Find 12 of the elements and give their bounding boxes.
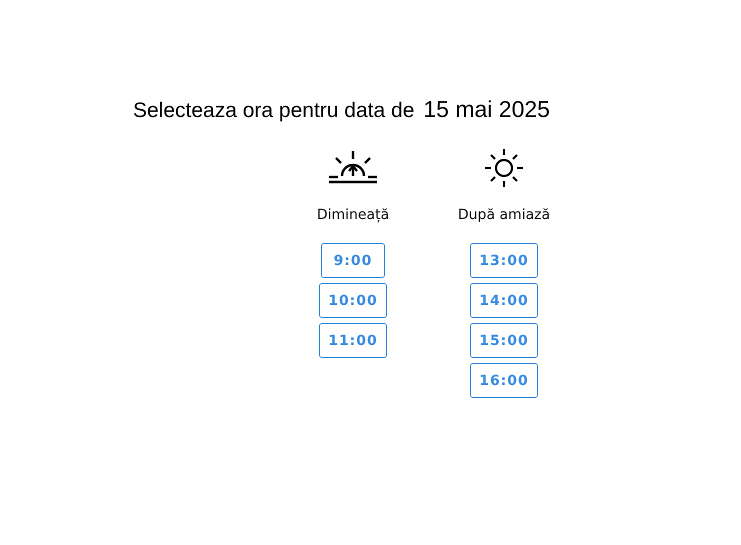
time-slot-button[interactable]: 14:00 (470, 283, 538, 318)
time-slot-button[interactable]: 15:00 (470, 323, 538, 358)
period-label: Dimineață (316, 207, 390, 223)
time-slot-button[interactable]: 11:00 (319, 323, 387, 358)
sun-icon (483, 147, 525, 189)
time-slot-button[interactable]: 10:00 (319, 283, 387, 318)
time-slot-button[interactable]: 16:00 (470, 363, 538, 398)
selected-date: 15 mai 2025 (423, 96, 550, 123)
time-slot-button[interactable]: 13:00 (470, 243, 538, 278)
time-slot-button[interactable]: 9:00 (320, 243, 385, 278)
period-label: După amiază (458, 207, 550, 223)
page-title: Selecteaza ora pentru data de (133, 99, 414, 123)
